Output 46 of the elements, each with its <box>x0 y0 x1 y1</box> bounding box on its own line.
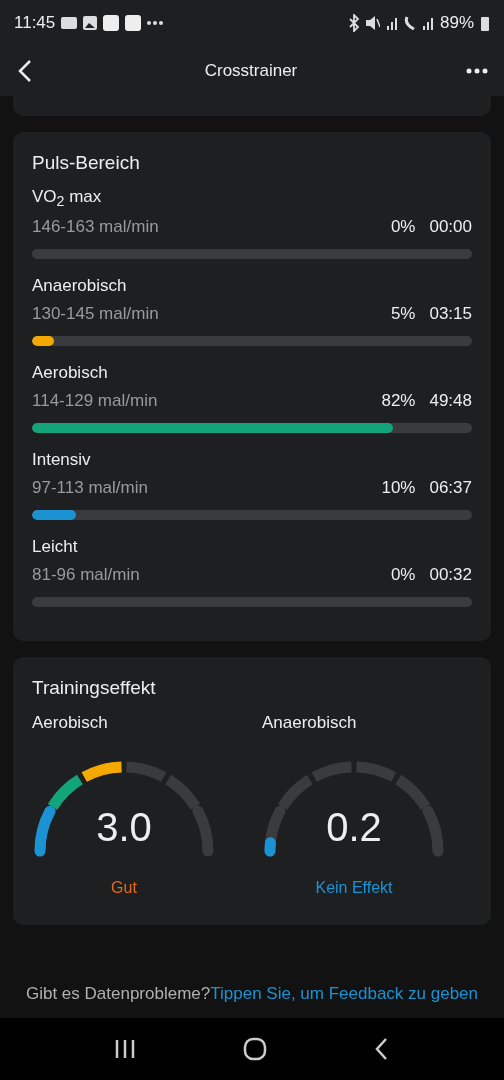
gauge-rating: Gut <box>110 879 138 898</box>
more-icon[interactable] <box>466 68 488 74</box>
zone-range: 146-163 mal/min <box>32 217 160 238</box>
battery-level: 89% <box>439 13 474 33</box>
card-title: Puls-Bereich <box>32 152 141 174</box>
zone-name: Leicht <box>32 537 79 558</box>
app-icon <box>125 15 142 31</box>
page-title: Crosstrainer <box>203 61 299 81</box>
gauge-label: Anaerobisch <box>262 713 358 734</box>
zone-time: 00:00 <box>429 217 472 238</box>
home-icon[interactable] <box>243 1037 267 1061</box>
feedback-link[interactable]: Tippen Sie, um Feedback zu geben <box>210 984 478 1003</box>
image-icon <box>83 16 98 30</box>
gauge-value: 3.0 <box>95 805 153 851</box>
battery-icon <box>480 14 490 32</box>
zone-percent: 10% <box>381 478 416 499</box>
gauge-value: 0.2 <box>325 805 383 851</box>
zone-percent: 82% <box>381 391 416 412</box>
zone-range: 81-96 mal/min <box>32 565 141 586</box>
zone-percent: 0% <box>390 217 416 238</box>
recent-apps-icon[interactable] <box>113 1039 136 1059</box>
more-icon <box>147 21 164 25</box>
mute-icon <box>365 15 380 31</box>
signal-icon <box>385 16 398 30</box>
zone-name: VO$_{2}$ max <box>32 187 103 210</box>
data-question: Gibt es Datenprobleme? <box>25 984 211 1003</box>
gauge-rating: Kein Effekt <box>314 879 394 898</box>
card-title: Trainingseffekt <box>32 677 157 700</box>
zone-name: Aerobisch <box>32 363 109 384</box>
zone-name: Intensiv <box>32 450 92 471</box>
app-icon <box>103 15 120 31</box>
zone-time: 06:37 <box>429 478 472 499</box>
phone-icon <box>403 16 416 30</box>
zone-time: 49:48 <box>429 391 472 412</box>
signal-icon <box>421 16 434 30</box>
bluetooth-icon <box>347 14 360 32</box>
zone-range: 130-145 mal/min <box>32 304 160 325</box>
zone-time: 03:15 <box>429 304 472 325</box>
zone-name: Anaerobisch <box>32 276 128 297</box>
zone-range: 114-129 mal/min <box>32 391 159 412</box>
zone-time: 00:32 <box>429 565 472 586</box>
zone-percent: 0% <box>390 565 416 586</box>
zone-range: 97-113 mal/min <box>32 478 149 499</box>
zone-percent: 5% <box>390 304 416 325</box>
gauge-label: Aerobisch <box>32 713 109 734</box>
status-time: 11:45 <box>14 13 56 33</box>
